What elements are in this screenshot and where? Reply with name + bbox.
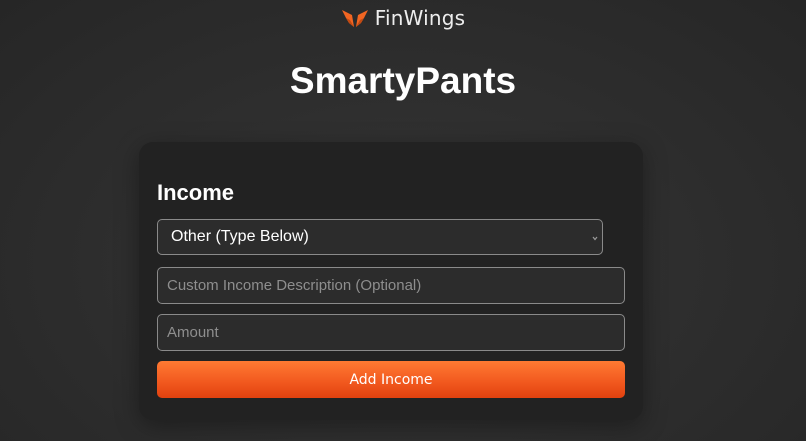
wings-icon — [341, 7, 369, 29]
custom-income-description-input[interactable] — [157, 267, 625, 304]
income-category-select[interactable]: Other (Type Below) — [157, 219, 603, 255]
page-title: SmartyPants — [289, 60, 517, 101]
amount-input[interactable] — [157, 314, 625, 351]
income-category-selected-value: Other (Type Below) — [171, 228, 309, 245]
brand-name: FinWings — [374, 6, 466, 30]
add-income-button[interactable]: Add Income — [157, 361, 625, 398]
chevron-down-icon — [590, 231, 600, 243]
income-section-title: Income — [157, 180, 235, 205]
income-card: Income Other (Type Below) Add Income — [139, 142, 643, 420]
brand-header: FinWings — [0, 6, 806, 30]
